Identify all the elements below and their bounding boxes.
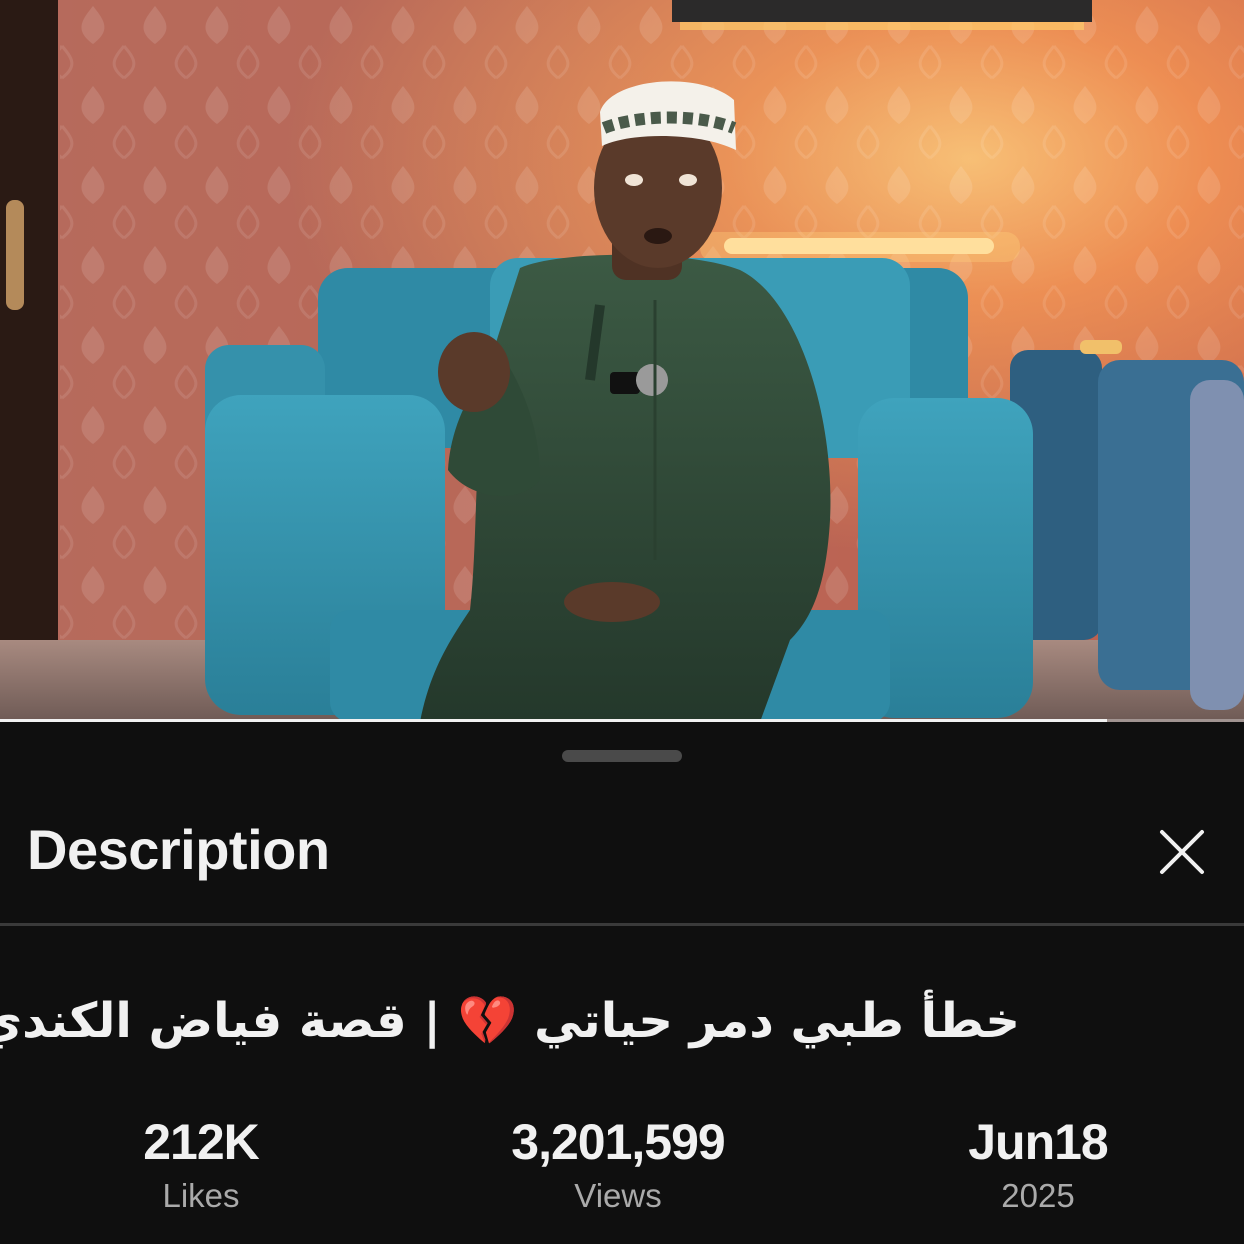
screen: Description خطأ طبي دمر حياتي 💔 | قصة في… xyxy=(0,0,1244,1244)
publish-year: 2025 xyxy=(1001,1177,1075,1214)
views-label: Views xyxy=(574,1177,662,1214)
description-sheet: Description خطأ طبي دمر حياتي 💔 | قصة في… xyxy=(0,724,1244,1244)
video-frame xyxy=(0,0,1244,722)
stat-likes: 212K Likes xyxy=(51,1114,351,1216)
stat-date: Jun18 2025 xyxy=(888,1114,1188,1216)
video-progress-bar[interactable] xyxy=(0,719,1244,722)
likes-count: 212K xyxy=(143,1114,260,1170)
close-icon xyxy=(1160,830,1204,874)
publish-date: Jun18 xyxy=(968,1114,1109,1170)
close-button[interactable] xyxy=(1150,820,1214,884)
likes-label: Likes xyxy=(162,1177,240,1214)
video-player[interactable] xyxy=(0,0,1244,722)
video-title: خطأ طبي دمر حياتي 💔 | قصة فياض الكندي xyxy=(0,993,1020,1049)
divider xyxy=(0,923,1244,926)
sheet-title: Description xyxy=(27,818,330,881)
drag-handle[interactable] xyxy=(562,750,682,762)
views-count: 3,201,599 xyxy=(511,1114,725,1170)
video-progress-fill xyxy=(0,719,1108,722)
stat-views: 3,201,599 Views xyxy=(468,1114,768,1216)
